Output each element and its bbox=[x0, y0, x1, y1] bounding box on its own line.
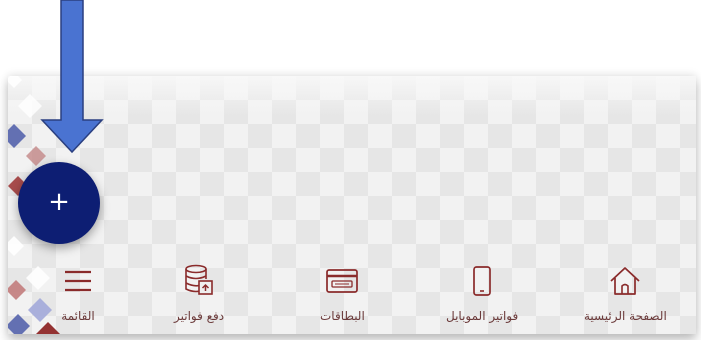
home-icon bbox=[603, 261, 647, 301]
nav-label-home: الصفحة الرئيسية bbox=[584, 309, 667, 323]
nav-item-mobile-bills[interactable]: فواتير الموبايل bbox=[446, 261, 518, 323]
card-icon bbox=[320, 261, 364, 301]
nav-item-pay-bills[interactable]: دفع فواتير bbox=[174, 261, 224, 323]
nav-item-home[interactable]: الصفحة الرئيسية bbox=[584, 261, 667, 323]
database-upload-icon bbox=[177, 261, 221, 301]
mobile-phone-icon bbox=[460, 261, 504, 301]
add-button[interactable]: + bbox=[18, 162, 100, 244]
nav-label-cards: البطاقات bbox=[320, 309, 365, 323]
plus-label: + bbox=[48, 187, 70, 217]
nav-item-menu[interactable]: القائمة bbox=[56, 261, 100, 323]
nav-item-cards[interactable]: البطاقات bbox=[320, 261, 365, 323]
nav-label-pay-bills: دفع فواتير bbox=[174, 309, 225, 323]
nav-label-mobile-bills: فواتير الموبايل bbox=[446, 309, 519, 323]
hamburger-icon bbox=[56, 261, 100, 301]
bottom-navigation: القائمة دفع فواتير البطاقات فواتير الموب… bbox=[48, 261, 696, 334]
nav-label-menu: القائمة bbox=[61, 309, 95, 323]
annotation-arrow-icon bbox=[40, 0, 104, 154]
